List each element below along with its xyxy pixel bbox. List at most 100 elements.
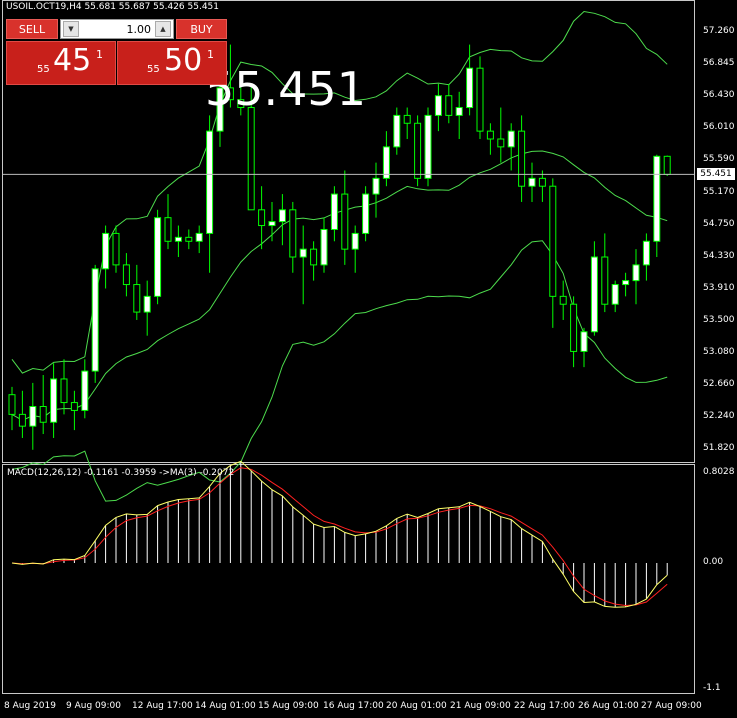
candle-body xyxy=(559,295,567,305)
candle-body xyxy=(570,303,578,352)
candle-body xyxy=(278,209,286,223)
sell-button[interactable]: SELL xyxy=(6,19,58,39)
candle-body xyxy=(486,130,494,140)
sell-quote-fraction: 1 xyxy=(96,48,103,61)
candle-body xyxy=(632,264,640,282)
candle-body xyxy=(518,130,526,187)
candle-body xyxy=(351,232,359,250)
candle-body xyxy=(455,107,463,116)
chart-canvas xyxy=(3,10,694,608)
candle-body xyxy=(258,209,266,227)
time-axis-label: 20 Aug 01:00 xyxy=(386,701,447,711)
price-axis-label: 55.590 xyxy=(703,154,735,165)
candle-body xyxy=(590,256,598,333)
candle-body xyxy=(91,268,99,372)
sell-quote-pips: 45 xyxy=(53,43,92,78)
candle-body xyxy=(476,67,484,132)
candle-body xyxy=(320,228,328,266)
price-axis-label: 53.080 xyxy=(703,347,735,357)
candle-body xyxy=(330,193,338,230)
candle-body xyxy=(310,248,318,266)
price-axis-label: 56.010 xyxy=(703,122,735,133)
candle-body xyxy=(528,177,536,187)
candle-body xyxy=(497,138,505,148)
candle-body xyxy=(622,280,630,286)
macd-signal-line xyxy=(11,467,668,607)
candle-body xyxy=(133,284,141,313)
candle-body xyxy=(601,256,609,305)
candle-body xyxy=(247,107,255,211)
candle-body xyxy=(122,264,130,286)
candle-body xyxy=(653,155,661,242)
time-axis-label: 14 Aug 01:00 xyxy=(195,701,256,711)
symbol-title: USOIL.OCT19,H4 55.681 55.687 55.426 55.4… xyxy=(6,2,219,12)
candle-body xyxy=(393,114,401,148)
candle-body xyxy=(185,236,193,242)
candle-body xyxy=(466,67,474,109)
one-click-trading-panel: SELL ▼ ▲ BUY 55 45 1 55 50 1 xyxy=(6,19,227,85)
time-axis-label: 26 Aug 01:00 xyxy=(578,701,639,711)
buy-quote-fraction: 1 xyxy=(207,48,214,61)
candle-body xyxy=(299,248,307,258)
buy-button[interactable]: BUY xyxy=(176,19,227,39)
time-axis-label: 27 Aug 09:00 xyxy=(641,701,702,711)
candle-body xyxy=(611,284,619,305)
candle-body xyxy=(112,232,120,266)
candle-body xyxy=(206,130,214,234)
candle-body xyxy=(70,402,78,411)
candle-body xyxy=(403,114,411,124)
candle-body xyxy=(268,221,276,227)
price-axis-label: 54.330 xyxy=(703,250,735,261)
time-axis-label: 9 Aug 09:00 xyxy=(66,701,121,711)
candle-body xyxy=(445,95,453,116)
candle-body xyxy=(18,413,26,427)
bollinger-middle-line xyxy=(11,150,668,421)
time-axis-label: 22 Aug 17:00 xyxy=(514,701,575,711)
sell-quote-prefix: 55 xyxy=(37,64,50,75)
candle-body xyxy=(362,193,370,234)
volume-input[interactable] xyxy=(81,21,151,37)
macd-axis-label: -1.1 xyxy=(703,683,721,693)
candle-body xyxy=(642,240,650,266)
price-axis-label: 56.430 xyxy=(703,90,735,101)
candle-body xyxy=(195,232,203,242)
candle-body xyxy=(154,217,162,297)
price-axis-label: 56.845 xyxy=(703,58,735,69)
volume-increase-icon[interactable]: ▲ xyxy=(155,21,171,37)
candle-body xyxy=(424,114,432,179)
time-axis-label: 15 Aug 09:00 xyxy=(258,701,319,711)
time-axis-label: 8 Aug 2019 xyxy=(4,701,56,711)
macd-main-line xyxy=(11,460,668,608)
candle-body xyxy=(663,155,671,175)
candle-body xyxy=(8,394,16,415)
candle-body xyxy=(414,122,422,179)
candle-body xyxy=(50,378,58,423)
candle-body xyxy=(60,378,68,404)
time-axis-label: 16 Aug 17:00 xyxy=(323,701,384,711)
sell-quote-button[interactable]: 55 45 1 xyxy=(6,41,116,85)
candle-body xyxy=(81,370,89,411)
candle-body xyxy=(39,406,47,423)
bollinger-lower-line xyxy=(11,240,668,502)
big-price-readout: 55.451 xyxy=(205,62,366,116)
candle-body xyxy=(341,193,349,250)
volume-decrease-icon[interactable]: ▼ xyxy=(63,21,79,37)
price-axis-label: 53.910 xyxy=(703,282,735,293)
candle-body xyxy=(143,295,151,313)
time-axis-label: 12 Aug 17:00 xyxy=(132,701,193,711)
price-axis-label: 53.500 xyxy=(703,314,735,325)
candle-body xyxy=(29,406,37,427)
candle-body xyxy=(164,217,172,242)
price-axis-label: 55.170 xyxy=(703,186,735,197)
candle-body xyxy=(174,236,182,242)
price-axis-label: 52.240 xyxy=(703,411,735,422)
macd-axis-label: 0.8028 xyxy=(703,467,735,477)
buy-quote-pips: 50 xyxy=(164,43,203,78)
candle-body xyxy=(102,232,110,270)
macd-axis-label: 0.00 xyxy=(703,557,724,567)
candle-body xyxy=(580,331,588,352)
price-axis-label: 51.820 xyxy=(703,443,735,454)
price-axis-label: 57.260 xyxy=(703,26,735,36)
candle-body xyxy=(372,177,380,195)
buy-quote-button[interactable]: 55 50 1 xyxy=(117,41,227,85)
